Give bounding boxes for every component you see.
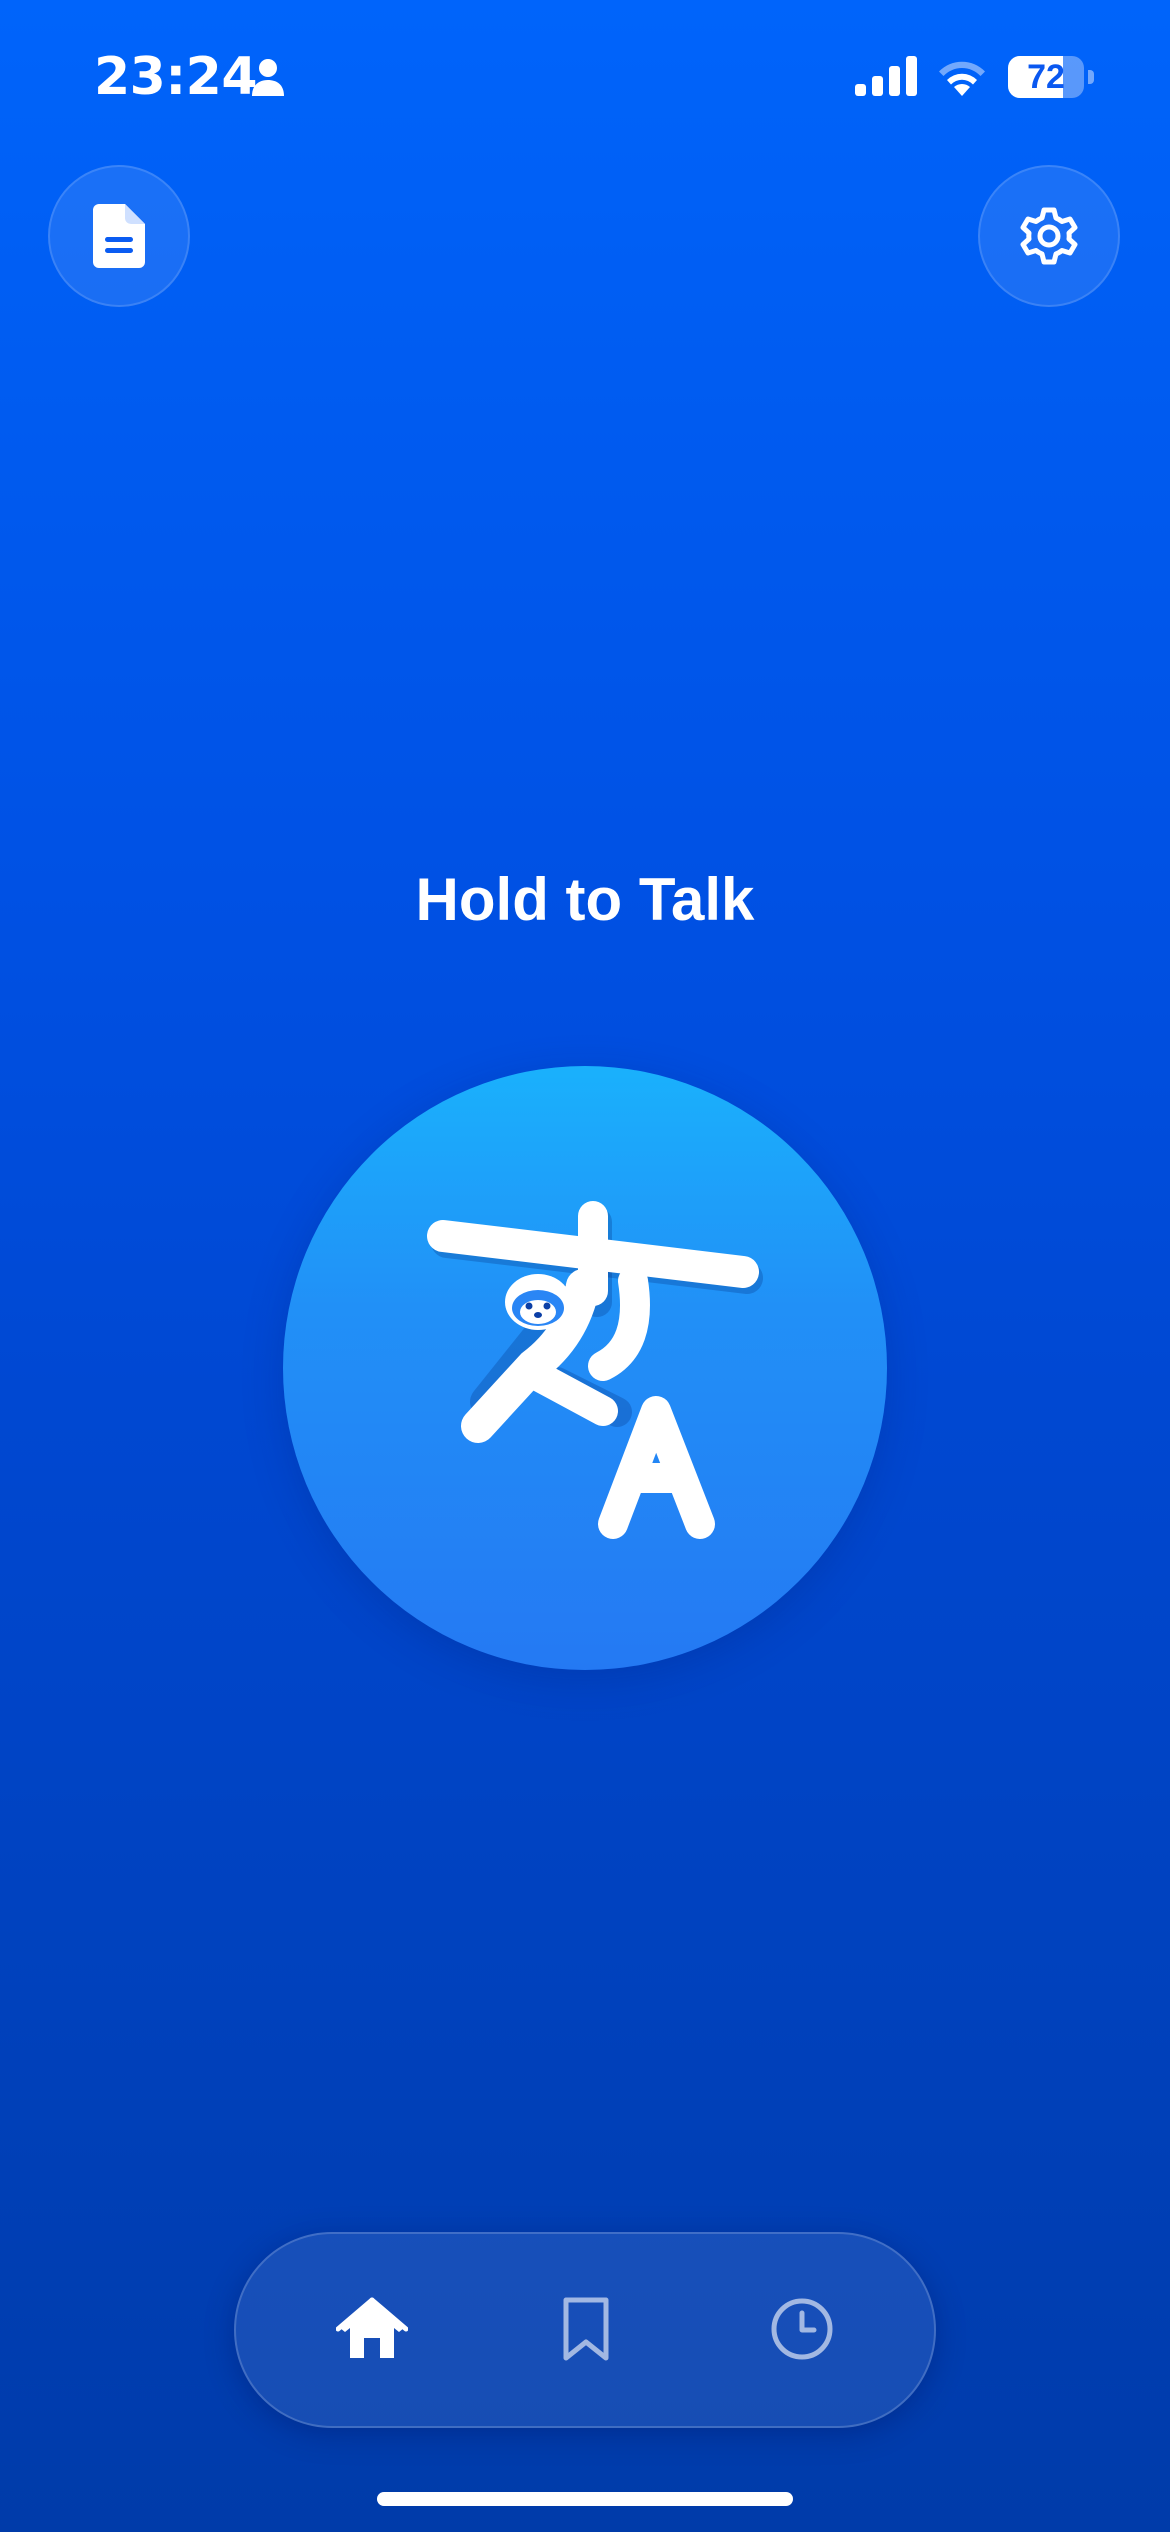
gear-icon: [1020, 207, 1078, 265]
clock-icon: [771, 2298, 833, 2360]
hold-to-talk-label: Hold to Talk: [415, 866, 755, 933]
battery-indicator: 72: [1008, 56, 1094, 98]
sloth-translate-logo-icon: [427, 1201, 763, 1539]
tab-bookmarks[interactable]: [531, 2274, 641, 2384]
document-icon: [93, 204, 145, 268]
settings-button[interactable]: [978, 165, 1120, 307]
battery-body: 72: [1008, 56, 1084, 98]
status-time: 23:24: [94, 47, 258, 107]
cellular-signal-icon: [855, 56, 917, 96]
home-indicator: [377, 2492, 793, 2506]
tab-home[interactable]: [317, 2274, 427, 2384]
bottom-tab-bar: [234, 2232, 936, 2428]
tab-history[interactable]: [747, 2274, 857, 2384]
battery-cap: [1088, 70, 1094, 84]
hold-to-talk-button[interactable]: [283, 1066, 887, 1670]
battery-percentage: 72: [1027, 58, 1065, 96]
bookmark-icon: [563, 2297, 609, 2361]
documents-button[interactable]: [48, 165, 190, 307]
person-icon: [252, 59, 284, 96]
status-bar: 23:24 72: [0, 0, 1170, 150]
home-icon: [336, 2297, 408, 2358]
wifi-icon: [939, 61, 985, 96]
